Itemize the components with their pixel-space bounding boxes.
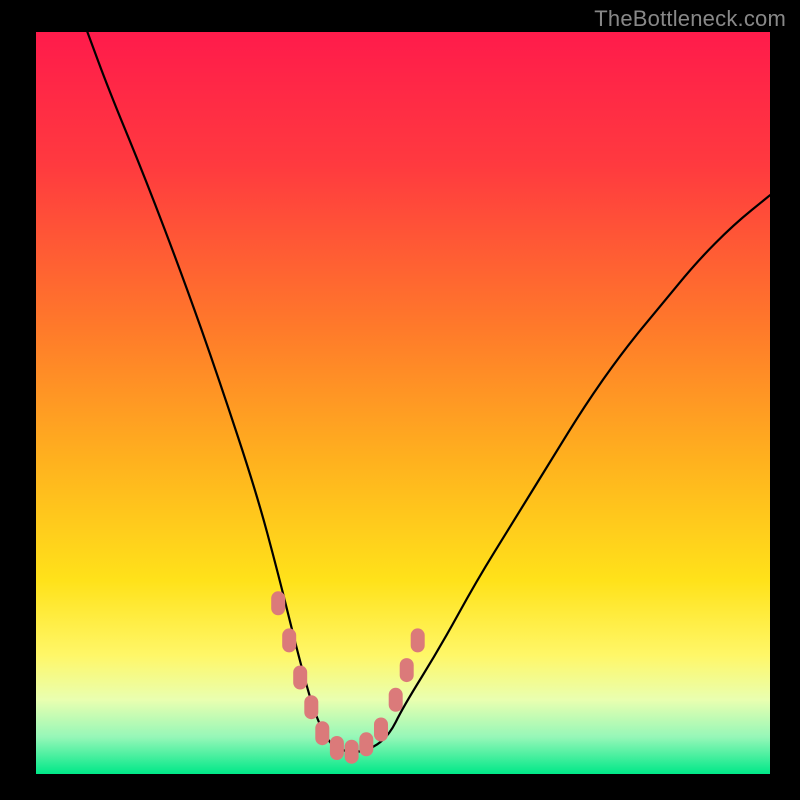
sample-marker (411, 628, 425, 652)
sample-marker (304, 695, 318, 719)
sample-marker (400, 658, 414, 682)
sample-marker (345, 740, 359, 764)
sample-marker (293, 666, 307, 690)
sample-marker (271, 591, 285, 615)
sample-marker (359, 732, 373, 756)
sample-marker (315, 721, 329, 745)
chart-container: TheBottleneck.com (0, 0, 800, 800)
sample-marker (374, 718, 388, 742)
bottleneck-chart (0, 0, 800, 800)
sample-marker (389, 688, 403, 712)
watermark-text: TheBottleneck.com (594, 6, 786, 32)
sample-marker (282, 628, 296, 652)
sample-marker (330, 736, 344, 760)
